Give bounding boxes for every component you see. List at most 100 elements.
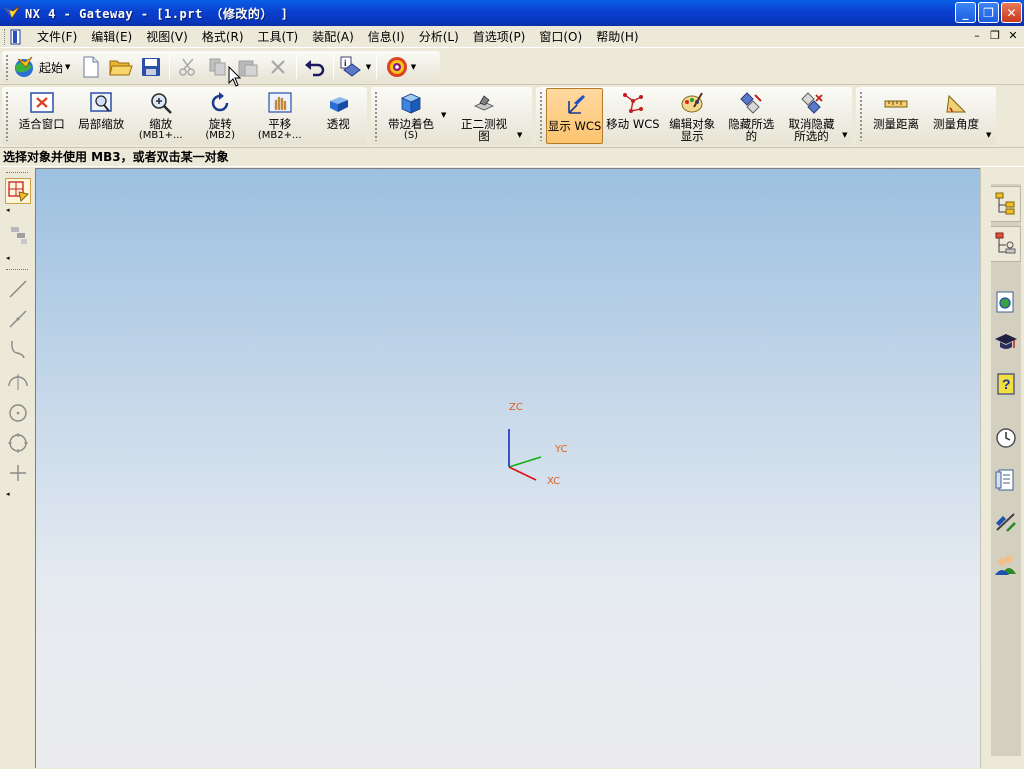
display-wcs-label: 显示 WCS <box>547 119 602 133</box>
zoom-button[interactable]: 缩放 (MB1+... <box>131 87 191 145</box>
menu-window[interactable]: 窗口(O) <box>532 28 589 45</box>
menu-preferences[interactable]: 首选项(P) <box>466 28 533 45</box>
chevron-down-icon[interactable]: ◂ <box>6 254 10 262</box>
menu-view[interactable]: 视图(V) <box>139 28 195 45</box>
assembly-navigator-tab[interactable] <box>991 186 1021 222</box>
chevron-down-icon[interactable]: ▼ <box>441 87 451 145</box>
chevron-down-icon[interactable]: ▼ <box>517 87 527 145</box>
trimetric-button[interactable]: 正二测视 图 <box>451 87 517 145</box>
move-wcs-label: 移动 WCS <box>606 117 660 131</box>
spline-tool[interactable] <box>5 336 31 362</box>
toolbar-grip[interactable] <box>374 91 378 141</box>
information-button[interactable]: i ▼ <box>337 52 373 82</box>
measure-distance-button[interactable]: 测量距离 <box>866 87 926 145</box>
pan-sublabel: (MB2+... <box>257 130 302 141</box>
minimize-button[interactable]: _ <box>955 2 976 23</box>
pan-button[interactable]: 平移 (MB2+... <box>250 87 310 145</box>
information-icon: i <box>340 56 361 77</box>
menu-information[interactable]: 信息(I) <box>361 28 412 45</box>
process-studio-tab[interactable] <box>991 504 1021 540</box>
toolbar-grip[interactable] <box>539 91 543 141</box>
line-tool[interactable] <box>5 276 31 302</box>
utility-group: 显示 WCS 移动 WCS 编辑对象 显示 隐藏所选 的 取消隐藏 所选的 ▼ <box>536 87 852 145</box>
document-list-icon <box>995 469 1014 491</box>
help-tab[interactable]: ? <box>991 366 1021 402</box>
menu-help[interactable]: 帮助(H) <box>589 28 645 45</box>
toolbar-grip[interactable] <box>5 54 9 80</box>
doc-close-button[interactable]: ✕ <box>1006 29 1020 43</box>
selection-filter-button[interactable] <box>5 178 31 204</box>
web-browser-tab[interactable] <box>991 284 1021 320</box>
render-group: 带边着色 (S) ▼ 正二测视 图 ▼ <box>371 87 532 145</box>
perspective-button[interactable]: 透视 <box>309 87 367 145</box>
point-tool[interactable] <box>5 460 31 486</box>
menu-file[interactable]: 文件(F) <box>30 28 84 45</box>
mouse-cursor-icon <box>228 66 242 87</box>
left-palette: ◂ ◂ ◂ <box>0 168 35 768</box>
trimetric-sublabel: 图 <box>478 129 490 143</box>
new-button[interactable] <box>76 52 106 82</box>
part-navigator-icon <box>995 232 1015 254</box>
menu-tools[interactable]: 工具(T) <box>251 28 306 45</box>
title-bar: NX 4 - Gateway - [1.prt （修改的） ] _ ❐ ✕ <box>0 0 1024 26</box>
web-browser-icon <box>996 291 1014 313</box>
toolbar-grip[interactable] <box>5 91 9 141</box>
arc-tool[interactable] <box>5 368 31 394</box>
line-point-tool[interactable] <box>5 306 31 332</box>
roles-tab[interactable] <box>991 546 1021 582</box>
move-wcs-button[interactable]: 移动 WCS <box>603 87 662 145</box>
close-button[interactable]: ✕ <box>1001 2 1022 23</box>
measure-angle-button[interactable]: 测量角度 <box>926 87 986 145</box>
menu-grip[interactable] <box>4 28 7 45</box>
start-button[interactable]: 起始 ▼ <box>12 55 76 79</box>
maximize-button[interactable]: ❐ <box>978 2 999 23</box>
save-button[interactable] <box>136 52 166 82</box>
open-button[interactable] <box>106 52 136 82</box>
display-wcs-button[interactable]: 显示 WCS <box>545 88 604 144</box>
doc-restore-button[interactable]: ❐ <box>988 29 1002 43</box>
circle-center-tool[interactable] <box>5 400 31 426</box>
toolbar-grip[interactable] <box>859 91 863 141</box>
fit-button[interactable]: 适合窗口 <box>12 87 72 145</box>
menu-format[interactable]: 格式(R) <box>195 28 251 45</box>
menu-analysis[interactable]: 分析(L) <box>412 28 466 45</box>
part-navigator-tab[interactable] <box>991 226 1021 262</box>
delete-button[interactable] <box>263 52 293 82</box>
measure-angle-label: 测量角度 <box>933 117 979 131</box>
clock-icon <box>996 428 1016 448</box>
chevron-down-icon[interactable]: ▼ <box>986 87 996 145</box>
cut-icon <box>179 58 196 76</box>
cut-button[interactable] <box>173 52 203 82</box>
role-palette-button[interactable]: ▼ <box>380 52 420 82</box>
y-axis-line <box>508 456 542 468</box>
chevron-down-icon[interactable]: ▼ <box>842 87 852 145</box>
palette-grip[interactable] <box>6 172 28 174</box>
save-icon <box>142 58 161 76</box>
history-tab[interactable] <box>991 420 1021 456</box>
chevron-down-icon[interactable]: ◂ <box>6 490 10 498</box>
menu-assemblies[interactable]: 装配(A) <box>305 28 361 45</box>
palette-grip[interactable] <box>6 269 28 271</box>
menu-edit[interactable]: 编辑(E) <box>84 28 139 45</box>
unhide-selected-button[interactable]: 取消隐藏 所选的 <box>781 87 842 145</box>
doc-minimize-button[interactable]: – <box>970 29 984 43</box>
circle-tool[interactable] <box>5 430 31 456</box>
training-tab[interactable] <box>991 324 1021 360</box>
x-axis-line <box>508 466 537 481</box>
edit-object-display-button[interactable]: 编辑对象 显示 <box>662 87 721 145</box>
shaded-with-edges-button[interactable]: 带边着色 (S) <box>381 87 441 145</box>
rotate-button[interactable]: 旋转 (MB2) <box>190 87 250 145</box>
chevron-down-icon[interactable]: ◂ <box>6 206 10 214</box>
perspective-cube-icon <box>330 97 349 112</box>
hide-selected-button[interactable]: 隐藏所选 的 <box>722 87 781 145</box>
palette-wheel-icon <box>386 57 407 77</box>
system-materials-tab[interactable] <box>991 462 1021 498</box>
cue-line: 选择对象并使用 MB3，或者双击某一对象 <box>0 147 1024 167</box>
zoom-window-button[interactable]: 局部缩放 <box>71 87 131 145</box>
zc-label: ZC <box>509 402 523 413</box>
graphics-window[interactable]: ZC YC XC <box>35 168 980 768</box>
select-features-button[interactable] <box>5 222 31 248</box>
part-document-icon[interactable] <box>10 29 24 45</box>
rotate-icon <box>211 92 229 112</box>
undo-button[interactable] <box>300 52 330 82</box>
